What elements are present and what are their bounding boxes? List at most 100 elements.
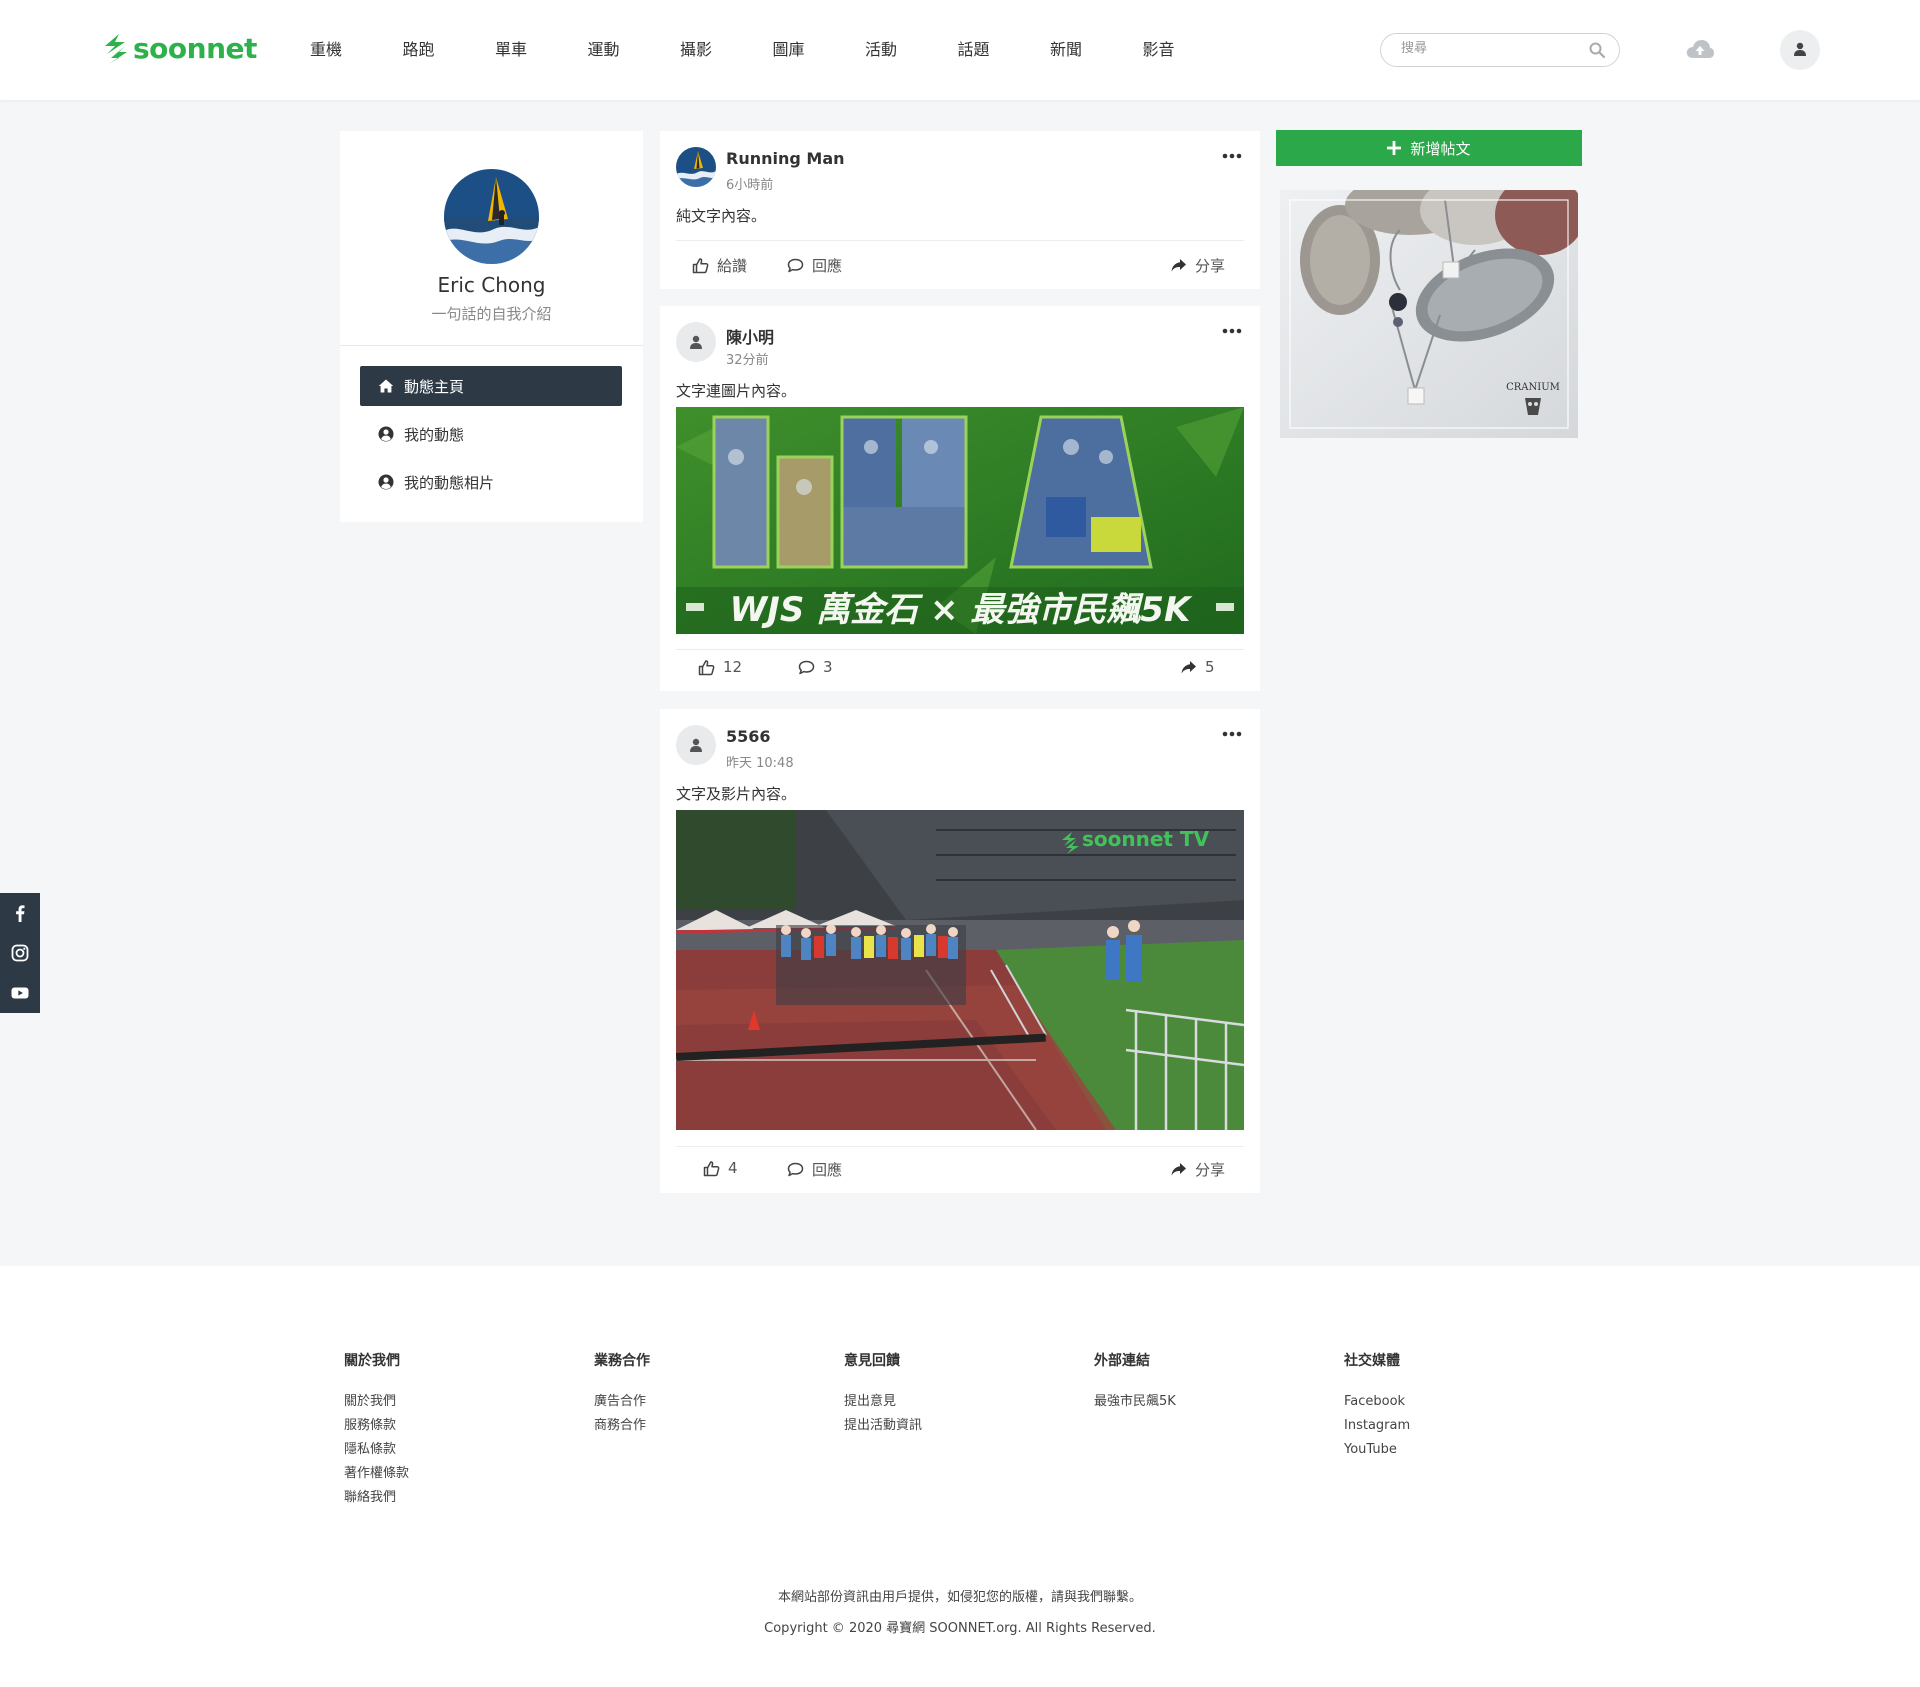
footer-link-terms[interactable]: 服務條款: [344, 1414, 409, 1438]
like-button[interactable]: 4: [703, 1159, 738, 1177]
footer-column-business: 業務合作 廣告合作 商務合作: [594, 1350, 650, 1438]
user-menu-button[interactable]: [1780, 30, 1820, 70]
nav-item-cycling[interactable]: 單車: [495, 36, 588, 60]
footer-link-ads[interactable]: 廣告合作: [594, 1390, 650, 1414]
more-options-icon[interactable]: [1222, 731, 1242, 737]
footer-link-partnership[interactable]: 商務合作: [594, 1414, 650, 1438]
profile-menu-my-posts[interactable]: 我的動態: [360, 414, 622, 454]
footer-heading: 外部連結: [1094, 1353, 1150, 1369]
footer-link-copyright[interactable]: 著作權條款: [344, 1462, 409, 1486]
footer-link-5k[interactable]: 最強市民飆5K: [1094, 1390, 1176, 1414]
cloud-upload-icon[interactable]: [1686, 38, 1714, 60]
reply-count: 3: [823, 658, 833, 676]
footer-link-contact[interactable]: 聯絡我們: [344, 1486, 409, 1510]
nav-item-video[interactable]: 影音: [1143, 36, 1236, 60]
nav-item-events[interactable]: 活動: [865, 36, 958, 60]
post-time: 6小時前: [726, 178, 774, 193]
reply-label: 回應: [812, 257, 843, 275]
profile-menu-home[interactable]: 動態主頁: [360, 366, 622, 406]
logo-mark-icon: [105, 33, 127, 64]
user-icon: [1794, 42, 1806, 56]
post-avatar[interactable]: [676, 147, 716, 187]
footer-link-about[interactable]: 關於我們: [344, 1390, 409, 1414]
profile-avatar[interactable]: [444, 169, 539, 264]
footer-link-instagram[interactable]: Instagram: [1344, 1414, 1410, 1438]
post-card: Running Man 6小時前 純文字內容。 給讚 回應 分享: [660, 131, 1260, 289]
divider: [676, 1146, 1244, 1147]
comment-icon: [787, 1162, 804, 1177]
more-options-icon[interactable]: [1222, 153, 1242, 159]
watermark-text: soonnet TV: [1082, 827, 1210, 851]
user-icon: [690, 738, 702, 752]
nav-item-sports[interactable]: 運動: [588, 36, 681, 60]
share-button[interactable]: 分享: [1170, 1159, 1225, 1180]
nav-item-photography[interactable]: 攝影: [680, 36, 773, 60]
post-avatar[interactable]: [676, 322, 716, 362]
comment-icon: [787, 258, 804, 273]
post-video[interactable]: soonnet TV: [676, 810, 1244, 1130]
footer-column-external: 外部連結 最強市民飆5K: [1094, 1350, 1176, 1414]
like-count: 4: [728, 1159, 738, 1177]
top-header: soonnet 重機 路跑 單車 運動 攝影 圖庫 活動 話題 新聞 影音: [0, 0, 1920, 100]
search-icon[interactable]: [1589, 42, 1605, 58]
facebook-icon: [16, 905, 25, 922]
profile-name: Eric Chong: [437, 273, 546, 297]
user-icon: [690, 335, 702, 349]
search-input[interactable]: [1401, 41, 1581, 56]
reply-button[interactable]: 回應: [787, 1159, 842, 1180]
footer-link-submit-event[interactable]: 提出活動資訊: [844, 1414, 922, 1438]
post-avatar[interactable]: [676, 725, 716, 765]
post-card: 陳小明 32分前 文字連圖片內容。 WJS 萬金石 × 最強市民飆5K 12 3…: [660, 306, 1260, 691]
footer-link-privacy[interactable]: 隱私條款: [344, 1438, 409, 1462]
divider: [676, 240, 1244, 241]
user-circle-icon: [378, 474, 394, 490]
youtube-icon: [11, 987, 29, 999]
new-post-button[interactable]: 新增帖文: [1276, 130, 1582, 166]
post-author[interactable]: 陳小明: [726, 324, 774, 348]
facebook-link[interactable]: [0, 893, 40, 933]
reply-button[interactable]: 3: [798, 658, 833, 676]
main-nav: 重機 路跑 單車 運動 攝影 圖庫 活動 話題 新聞 影音: [310, 36, 1235, 60]
footer-heading: 社交媒體: [1344, 1353, 1400, 1369]
profile-menu-label: 動態主頁: [404, 378, 465, 396]
footer-note: 本網站部份資訊由用戶提供，如侵犯您的版權，請與我們聯繫。: [777, 1590, 1142, 1605]
share-label: 分享: [1195, 1161, 1226, 1179]
instagram-link[interactable]: [0, 933, 40, 973]
nav-item-gallery[interactable]: 圖庫: [773, 36, 866, 60]
like-count: 12: [723, 658, 743, 676]
more-options-icon[interactable]: [1222, 328, 1242, 334]
logo-text: soonnet: [133, 32, 257, 65]
footer-link-youtube[interactable]: YouTube: [1344, 1438, 1410, 1462]
nav-item-news[interactable]: 新聞: [1050, 36, 1143, 60]
nav-item-topics[interactable]: 話題: [958, 36, 1051, 60]
footer-link-feedback[interactable]: 提出意見: [844, 1390, 922, 1414]
post-text: 純文字內容。: [676, 207, 767, 225]
site-logo[interactable]: soonnet: [103, 32, 257, 65]
share-button[interactable]: 分享: [1170, 255, 1225, 276]
like-button[interactable]: 12: [698, 658, 742, 676]
post-author[interactable]: Running Man: [726, 149, 845, 168]
comment-icon: [798, 660, 815, 674]
profile-menu-my-photos[interactable]: 我的動態相片: [360, 462, 622, 502]
youtube-link[interactable]: [0, 973, 40, 1013]
reply-button[interactable]: 回應: [787, 255, 842, 276]
site-footer: 關於我們 關於我們 服務條款 隱私條款 著作權條款 聯絡我們 業務合作 廣告合作…: [0, 1266, 1920, 1687]
post-author[interactable]: 5566: [726, 727, 771, 746]
post-card: 5566 昨天 10:48 文字及影片內容。 soonnet TV 4 回應 分…: [660, 709, 1260, 1193]
home-icon: [378, 379, 394, 393]
post-image[interactable]: WJS 萬金石 × 最強市民飆5K: [676, 407, 1244, 634]
share-button[interactable]: 5: [1180, 658, 1215, 676]
ad-banner[interactable]: CRANIUM: [1280, 190, 1578, 438]
nav-item-motorcycle[interactable]: 重機: [310, 36, 403, 60]
footer-link-facebook[interactable]: Facebook: [1344, 1390, 1410, 1414]
share-icon: [1181, 660, 1196, 673]
nav-item-running[interactable]: 路跑: [403, 36, 496, 60]
post-text: 文字連圖片內容。: [676, 382, 797, 400]
windsurf-photo: [676, 147, 716, 187]
race-banner-image: WJS 萬金石 × 最強市民飆5K: [676, 407, 1244, 634]
race-video-frame: soonnet TV: [676, 810, 1244, 1130]
footer-heading: 意見回饋: [844, 1353, 900, 1369]
profile-bio: 一句話的自我介紹: [431, 305, 552, 323]
like-button[interactable]: 給讚: [692, 255, 747, 276]
banner-caption: WJS 萬金石 × 最強市民飆5K: [730, 590, 1193, 630]
